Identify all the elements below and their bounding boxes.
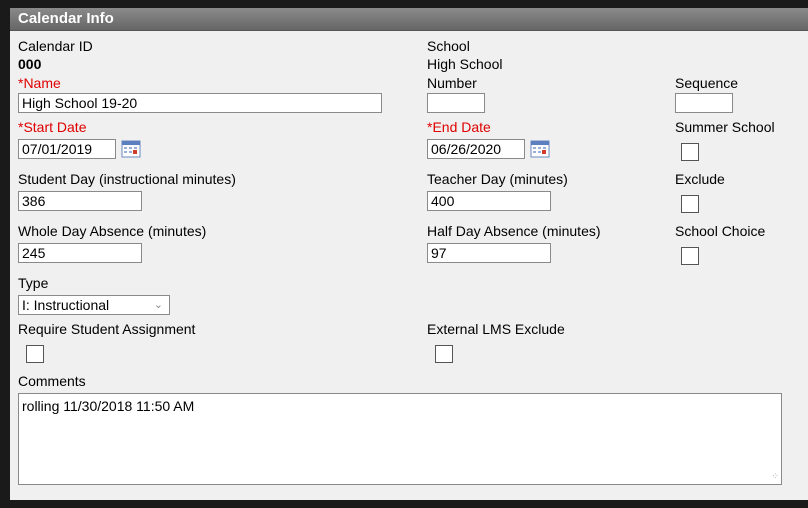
summer-school-label: Summer School xyxy=(675,119,775,135)
require-student-assignment-label: Require Student Assignment xyxy=(18,321,196,337)
calendar-info-panel: Calendar ID 000 School High School *Name… xyxy=(10,31,808,500)
section-title: Calendar Info xyxy=(18,10,114,27)
start-date-label: *Start Date xyxy=(18,119,87,135)
start-date-input[interactable]: 07/01/2019 xyxy=(18,139,116,159)
exclude-checkbox[interactable] xyxy=(681,195,699,213)
teacher-day-input[interactable]: 400 xyxy=(427,191,551,211)
section-header: Calendar Info xyxy=(10,8,808,31)
teacher-day-label: Teacher Day (minutes) xyxy=(427,171,568,187)
top-border xyxy=(0,0,808,8)
whole-day-absence-input[interactable]: 245 xyxy=(18,243,142,263)
chevron-down-icon: ⌄ xyxy=(153,299,163,311)
left-border xyxy=(0,0,10,508)
sequence-input[interactable] xyxy=(675,93,733,113)
half-day-absence-label: Half Day Absence (minutes) xyxy=(427,223,601,239)
comments-textarea[interactable]: rolling 11/30/2018 11:50 AM ⁘ xyxy=(18,393,782,485)
end-date-label: *End Date xyxy=(427,119,491,135)
type-select[interactable]: I: Instructional ⌄ xyxy=(18,295,170,315)
whole-day-absence-label: Whole Day Absence (minutes) xyxy=(18,223,207,239)
external-lms-exclude-label: External LMS Exclude xyxy=(427,321,565,337)
require-student-assignment-checkbox[interactable] xyxy=(26,345,44,363)
number-label: Number xyxy=(427,75,477,91)
calendar-id-value: 000 xyxy=(18,56,42,72)
external-lms-exclude-checkbox[interactable] xyxy=(435,345,453,363)
calendar-id-label: Calendar ID xyxy=(18,38,93,54)
student-day-input[interactable]: 386 xyxy=(18,191,142,211)
student-day-label: Student Day (instructional minutes) xyxy=(18,171,236,187)
sequence-label: Sequence xyxy=(675,75,739,91)
resize-grip-icon[interactable]: ⁘ xyxy=(771,471,779,482)
number-input[interactable] xyxy=(427,93,485,113)
summer-school-checkbox[interactable] xyxy=(681,143,699,161)
school-choice-label: School Choice xyxy=(675,223,766,239)
comments-text: rolling 11/30/2018 11:50 AM xyxy=(22,398,195,414)
end-date-input[interactable]: 06/26/2020 xyxy=(427,139,525,159)
calendar-icon[interactable] xyxy=(529,139,551,159)
school-label: School xyxy=(427,38,470,54)
name-label: *Name xyxy=(18,75,61,91)
school-choice-checkbox[interactable] xyxy=(681,247,699,265)
type-select-value: I: Instructional xyxy=(22,297,110,313)
name-input[interactable]: High School 19-20 xyxy=(18,93,382,113)
type-label: Type xyxy=(18,275,49,291)
window-frame: Calendar Info Calendar ID 000 School Hig… xyxy=(0,0,808,508)
half-day-absence-input[interactable]: 97 xyxy=(427,243,551,263)
comments-label: Comments xyxy=(18,373,86,389)
calendar-icon[interactable] xyxy=(120,139,142,159)
bottom-border xyxy=(0,500,808,508)
school-value: High School xyxy=(427,56,503,72)
exclude-label: Exclude xyxy=(675,171,725,187)
